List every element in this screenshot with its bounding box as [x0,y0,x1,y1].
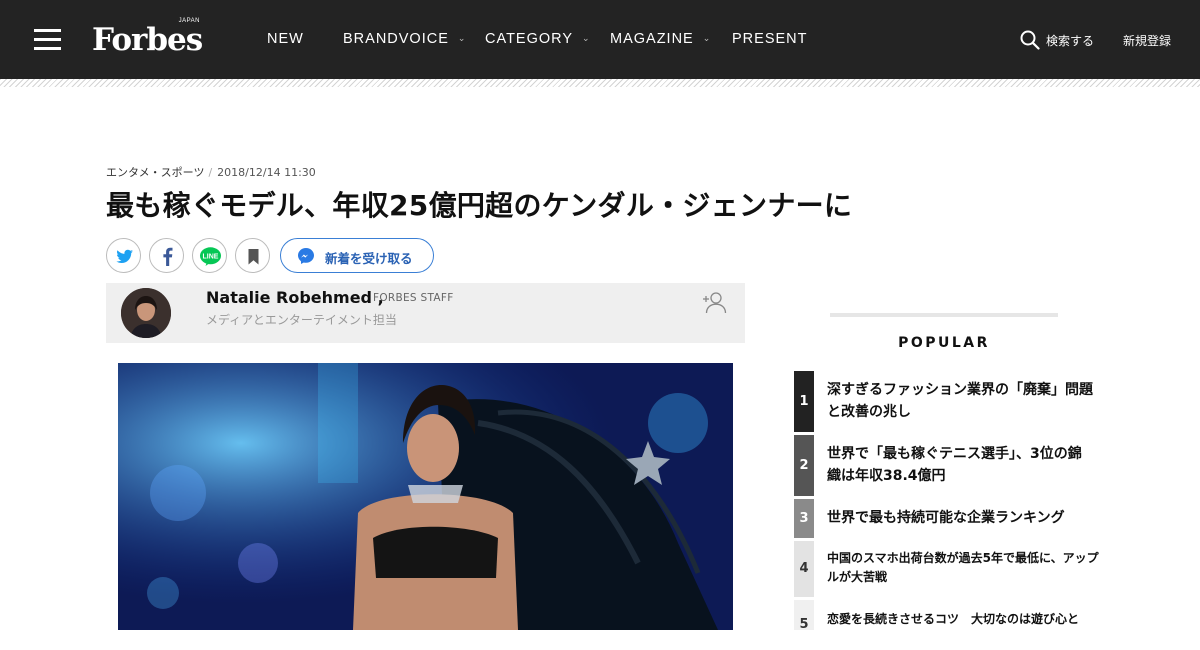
popular-item-5[interactable]: 5 恋愛を長続きさせるコツ 大切なのは遊び心と [794,600,1114,632]
register-link[interactable]: 新規登録 [1123,32,1171,49]
author-description: メディアとエンターテイメント担当 [206,313,397,327]
popular-item-title: 世界で「最も稼ぐテニス選手」、3位の錦 織は年収38.4億円 [827,443,1082,488]
twitter-icon [116,249,133,263]
rank-badge: 4 [794,541,814,597]
nav-label: PRESENT [732,31,808,47]
popular-item-4[interactable]: 4 中国のスマホ出荷台数が過去5年で最低に、アップ ルが大苦戦 [794,541,1114,597]
chevron-down-icon: ⌄ [702,33,712,43]
popular-item-title: 深すぎるファッション業界の「廃棄」問題 と改善の兆し [827,379,1093,424]
nav-item-brandvoice[interactable]: BRANDVOICE ⌄ [343,31,466,47]
popular-item-line: 世界で「最も稼ぐテニス選手」、3位の錦 [827,446,1082,462]
nav-label: NEW [267,31,304,47]
chevron-down-icon: ⌄ [457,33,467,43]
facebook-icon [163,247,173,266]
logo-wordmark: Forbes [92,22,203,58]
runway-photo-illustration [118,363,733,630]
popular-item-title: 恋愛を長続きさせるコツ 大切なのは遊び心と [827,610,1079,629]
popular-item-1[interactable]: 1 深すぎるファッション業界の「廃棄」問題 と改善の兆し [794,371,1114,432]
rank-badge: 1 [794,371,814,432]
follow-author-icon[interactable] [703,290,729,314]
popular-item-line: 中国のスマホ出荷台数が過去5年で最低に、アップ [827,551,1099,565]
line-share-button[interactable]: LINE [192,238,227,273]
bookmark-icon [248,249,259,265]
author-name[interactable]: Natalie Robehmed , [206,288,384,307]
popular-item-line: 織は年収38.4億円 [827,468,946,485]
top-navigation-bar: Forbes JAPAN NEW BRANDVOICE ⌄ CATEGORY ⌄ M… [0,0,1200,79]
breadcrumb-separator: / [208,166,213,179]
search-link[interactable]: 検索する [1046,32,1094,49]
nav-item-present[interactable]: PRESENT [732,31,808,47]
popular-item-line: 世界で最も持続可能な企業ランキング [827,510,1065,526]
author-role: FORBES STAFF [373,292,454,304]
publish-date: 2018/12/14 11:30 [217,166,316,179]
subscribe-button[interactable]: 新着を受け取る [280,238,434,273]
messenger-icon [298,248,314,264]
popular-item-title: 中国のスマホ出荷台数が過去5年で最低に、アップ ルが大苦戦 [827,549,1099,587]
rank-badge: 5 [794,600,814,632]
menu-icon[interactable] [34,29,61,51]
popular-item-line: 深すぎるファッション業界の「廃棄」問題 [827,382,1093,398]
author-box: Natalie Robehmed , FORBES STAFF メディアとエンタ… [106,283,745,343]
chevron-down-icon: ⌄ [582,33,591,43]
popular-item-title: 世界で最も持続可能な企業ランキング [827,507,1065,529]
svg-text:LINE: LINE [203,254,219,261]
author-avatar[interactable] [121,288,171,338]
article-hero-image [118,363,733,630]
popular-item-2[interactable]: 2 世界で「最も稼ぐテニス選手」、3位の錦 織は年収38.4億円 [794,435,1114,496]
nav-item-magazine[interactable]: MAGAZINE ⌄ [610,31,711,47]
header-divider [0,79,1200,87]
forbes-japan-logo[interactable]: Forbes JAPAN [92,18,204,60]
rank-badge: 3 [794,499,814,538]
search-icon[interactable] [1020,30,1040,50]
rank-badge: 2 [794,435,814,496]
nav-label: MAGAZINE [610,31,694,47]
breadcrumb: エンタメ・スポーツ / 2018/12/14 11:30 [106,164,316,180]
category-link[interactable]: エンタメ・スポーツ [106,166,204,179]
popular-item-3[interactable]: 3 世界で最も持続可能な企業ランキング [794,499,1114,538]
popular-item-line: と改善の兆し [827,404,911,421]
subscribe-label: 新着を受け取る [325,251,413,266]
line-icon: LINE [200,247,221,266]
popular-heading: POPULAR [898,335,990,351]
author-portrait-icon [121,288,171,338]
twitter-share-button[interactable] [106,238,141,273]
nav-item-new[interactable]: NEW [267,31,304,47]
popular-item-line: ルが大苦戦 [827,570,888,585]
bookmark-button[interactable] [235,238,270,273]
nav-item-category[interactable]: CATEGORY ⌄ [485,31,591,47]
nav-label: BRANDVOICE [343,31,449,47]
nav-label: CATEGORY [485,31,574,47]
article-title: 最も稼ぐモデル、年収25億円超のケンダル・ジェンナーに [106,189,853,222]
logo-subtext: JAPAN [178,18,200,24]
popular-divider [830,313,1058,317]
popular-item-line: 恋愛を長続きさせるコツ 大切なのは遊び心と [827,612,1080,626]
facebook-share-button[interactable] [149,238,184,273]
